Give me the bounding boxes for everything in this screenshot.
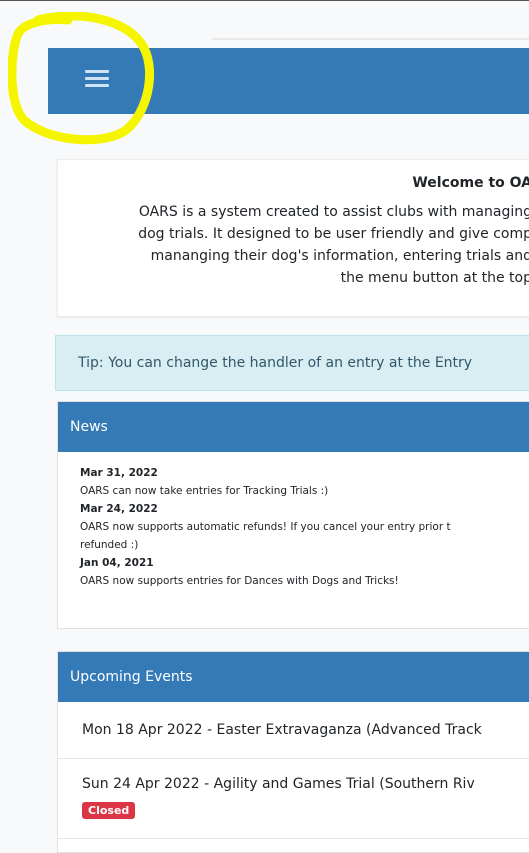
news-card: News Mar 31, 2022 OARS can now take entr… — [57, 401, 529, 629]
news-text: refunded :) — [80, 539, 139, 551]
top-divider — [212, 38, 529, 40]
welcome-line: mananging their dog's information, enter… — [150, 248, 529, 264]
event-label: Sun 24 Apr 2022 - Agility and Games Tria… — [82, 776, 475, 792]
event-item[interactable]: Sun 24 Apr 2022 - Agility and Games Tria… — [58, 759, 529, 839]
news-date: Jan 04, 2021 — [80, 557, 154, 569]
news-list: Mar 31, 2022 OARS can now take entries f… — [58, 452, 529, 590]
welcome-line: dog trials. It designed to be user frien… — [138, 226, 529, 242]
tip-alert: Tip: You can change the handler of an en… — [55, 335, 529, 391]
news-text: OARS now supports entries for Dances wit… — [80, 575, 399, 587]
highlight-circle-annotation — [8, 12, 154, 145]
closed-badge: Closed — [82, 802, 136, 819]
welcome-line: OARS is a system created to assist clubs… — [138, 204, 529, 220]
welcome-panel: Welcome to OA OARS is a system created t… — [57, 159, 529, 317]
events-header: Upcoming Events — [58, 652, 529, 702]
news-text: OARS can now take entries for Tracking T… — [80, 485, 329, 497]
news-date: Mar 31, 2022 — [80, 467, 158, 479]
news-date: Mar 24, 2022 — [80, 503, 158, 515]
welcome-title: Welcome to OA — [412, 175, 529, 191]
event-item[interactable]: Mon 18 Apr 2022 - Easter Extravaganza (A… — [58, 702, 529, 759]
event-label: Mon 18 Apr 2022 - Easter Extravaganza (A… — [82, 722, 482, 738]
window-top-border — [0, 0, 529, 1]
tip-text: Tip: You can change the handler of an en… — [78, 355, 473, 371]
welcome-line: the menu button at the top — [340, 270, 529, 286]
news-header: News — [58, 402, 529, 452]
news-text: OARS now supports automatic refunds! If … — [80, 521, 451, 533]
upcoming-events-card: Upcoming Events Mon 18 Apr 2022 - Easter… — [57, 651, 529, 853]
welcome-body: OARS is a system created to assist clubs… — [58, 201, 529, 289]
